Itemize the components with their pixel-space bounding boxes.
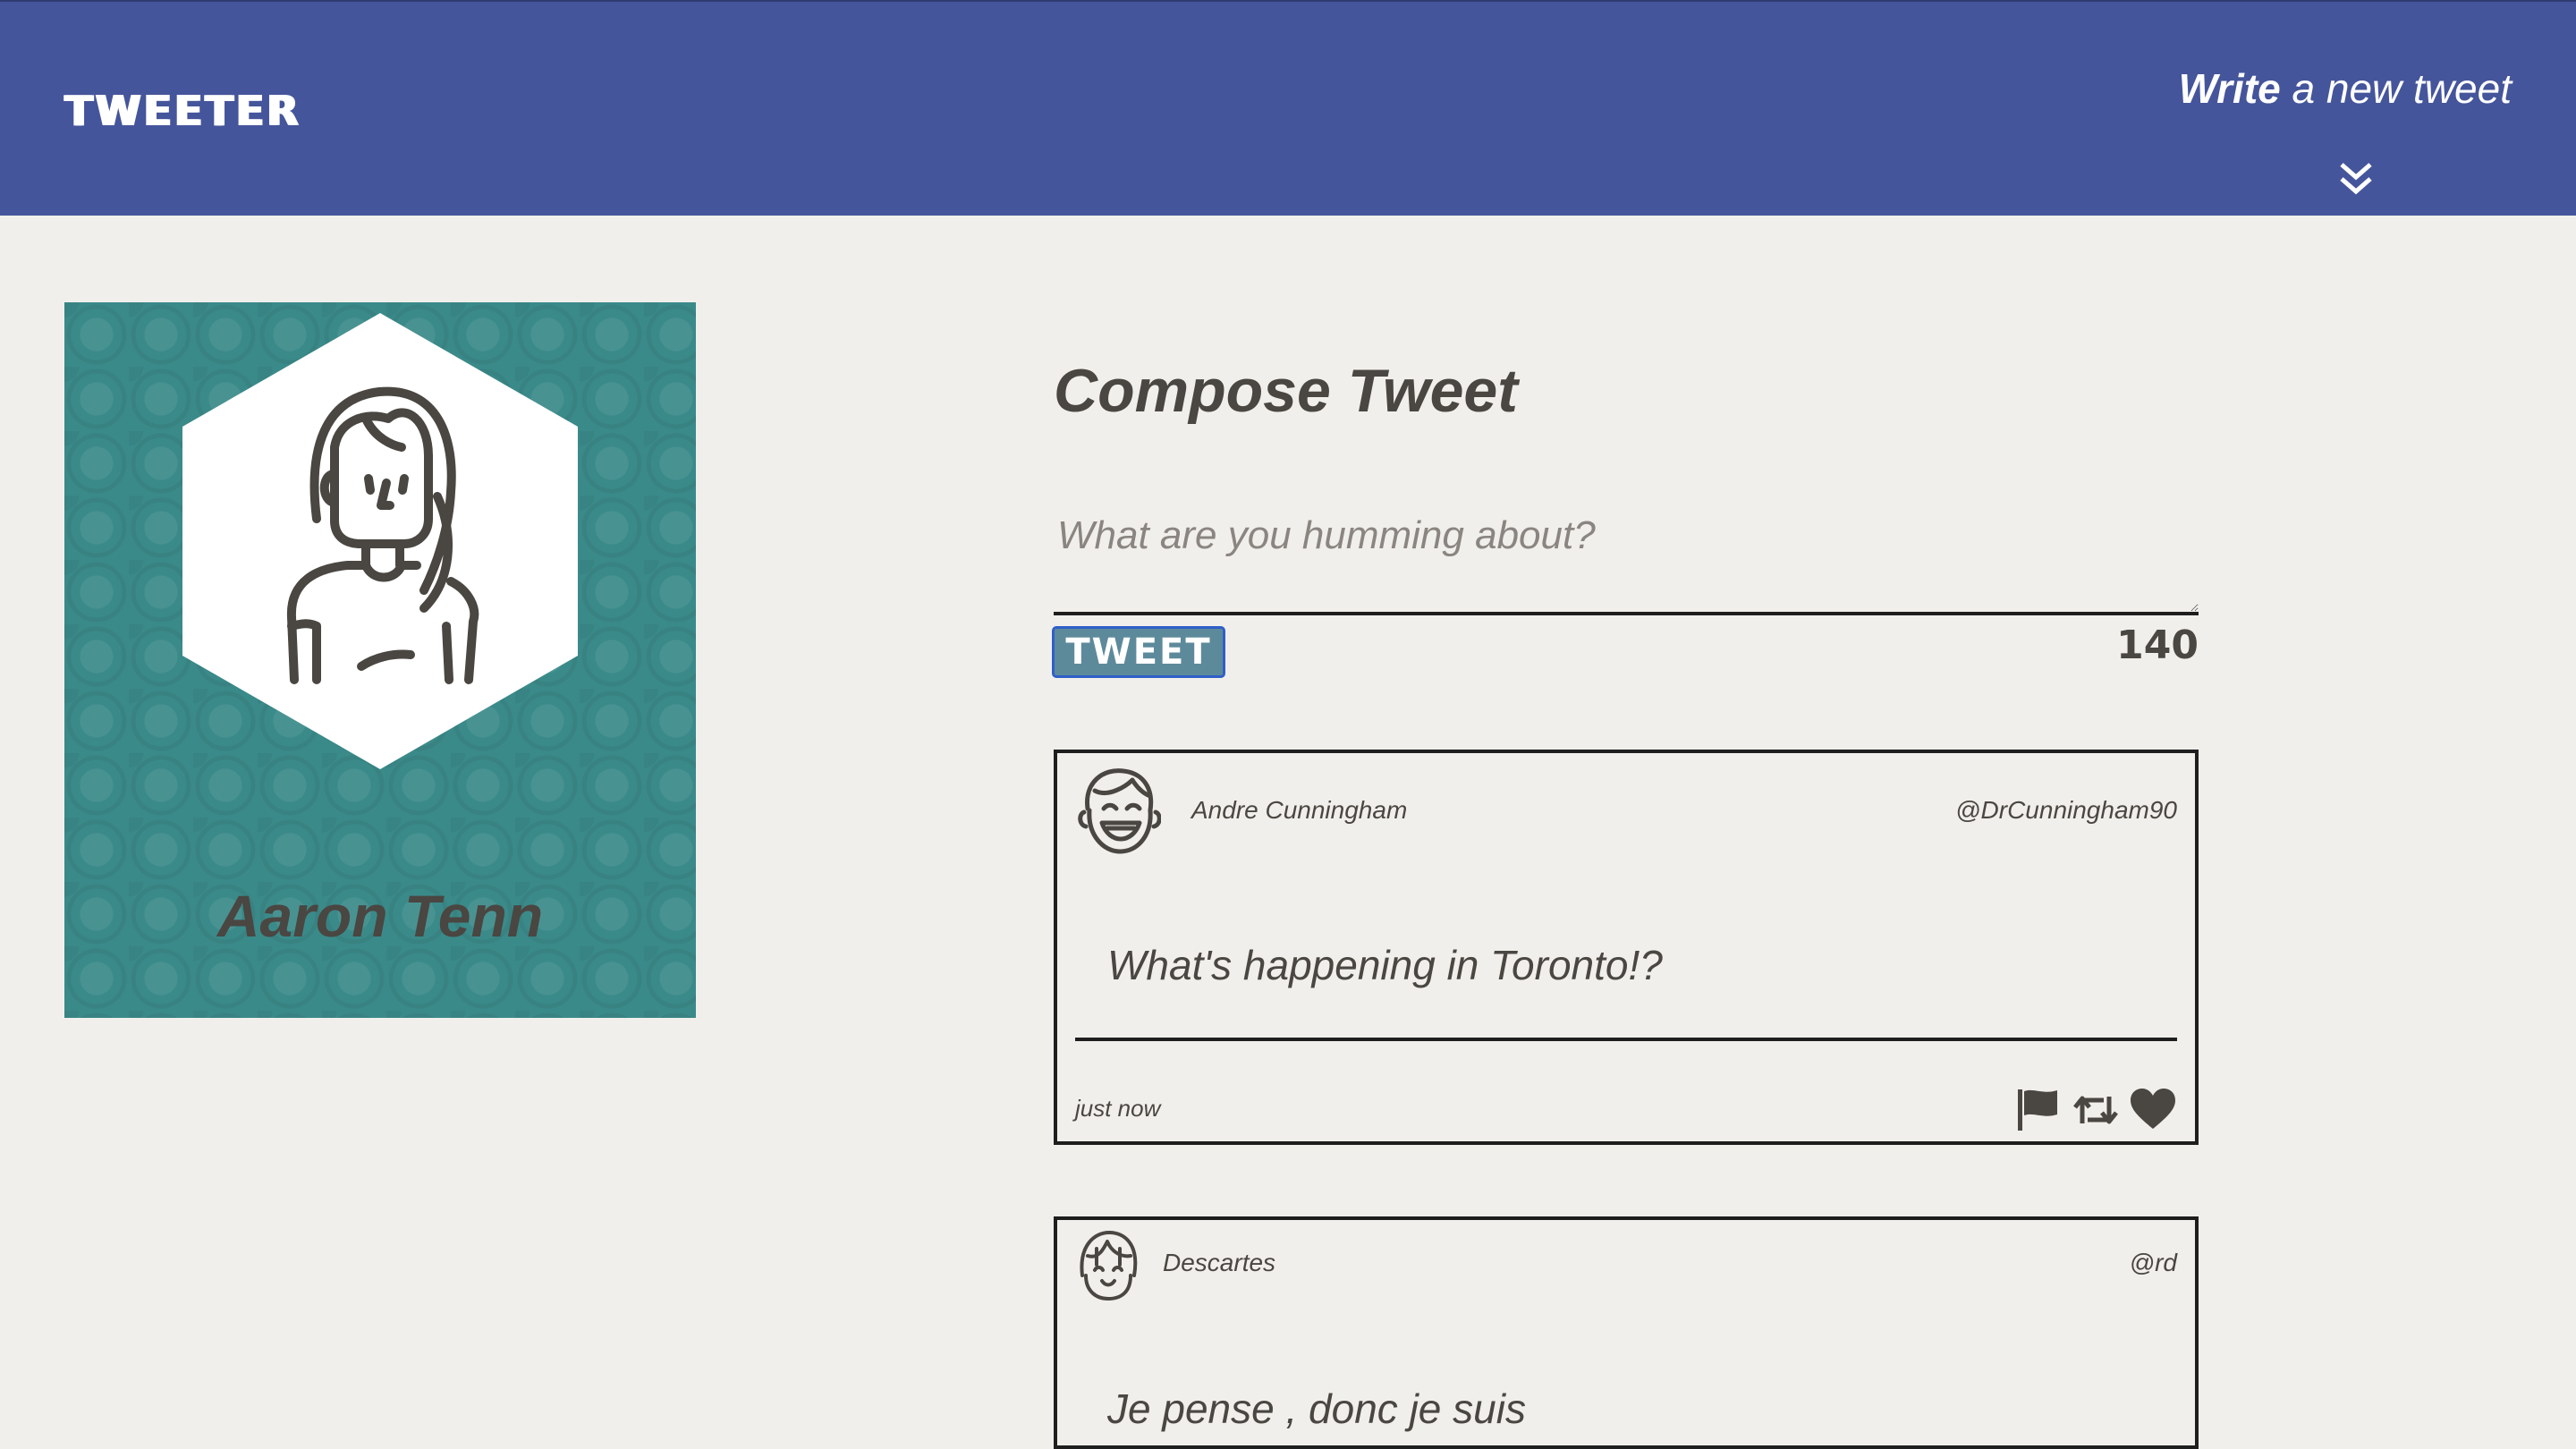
double-chevron-down-icon[interactable]: [2336, 159, 2376, 199]
laughing-man-avatar-icon: [1078, 768, 1161, 854]
retweet-icon[interactable]: [2072, 1088, 2120, 1132]
brand-logo[interactable]: TWEETER: [64, 87, 301, 135]
write-word: Write: [2178, 65, 2281, 112]
tweet-text-input[interactable]: [1054, 501, 2199, 615]
profile-name: Aaron Tenn: [216, 883, 544, 949]
tweet-actions: [2014, 1088, 2177, 1132]
new-tweet-words: a new tweet: [2292, 65, 2512, 112]
profile-card: Aaron Tenn: [64, 302, 696, 1018]
compose-title: Compose Tweet: [1054, 357, 1518, 425]
tweet-author-name: Andre Cunningham: [1191, 796, 1408, 824]
tweet-divider: [1075, 1038, 2177, 1041]
tweet-card: Descartes @rd Je pense , donc je suis: [1054, 1216, 2199, 1449]
tweet-author-handle: @DrCunningham90: [1955, 796, 2177, 824]
tweet-body: What's happening in Toronto!?: [1107, 942, 1663, 988]
tweet-author-handle: @rd: [2129, 1249, 2177, 1276]
write-new-tweet-toggle[interactable]: Write a new tweet: [2179, 64, 2512, 113]
woman-avatar-icon: [182, 313, 578, 769]
tweet-button[interactable]: TWEET: [1052, 626, 1225, 678]
top-nav: TWEETER Write a new tweet: [0, 0, 2576, 216]
heart-icon[interactable]: [2129, 1088, 2177, 1132]
tweet-author-name: Descartes: [1163, 1249, 1276, 1276]
tweet-card: Andre Cunningham @DrCunningham90 What's …: [1054, 750, 2199, 1145]
char-counter: 140: [2116, 623, 2199, 668]
tweet-timestamp: just now: [1075, 1095, 1161, 1122]
flag-icon[interactable]: [2014, 1088, 2063, 1132]
smiling-girl-avatar-icon: [1080, 1231, 1138, 1301]
